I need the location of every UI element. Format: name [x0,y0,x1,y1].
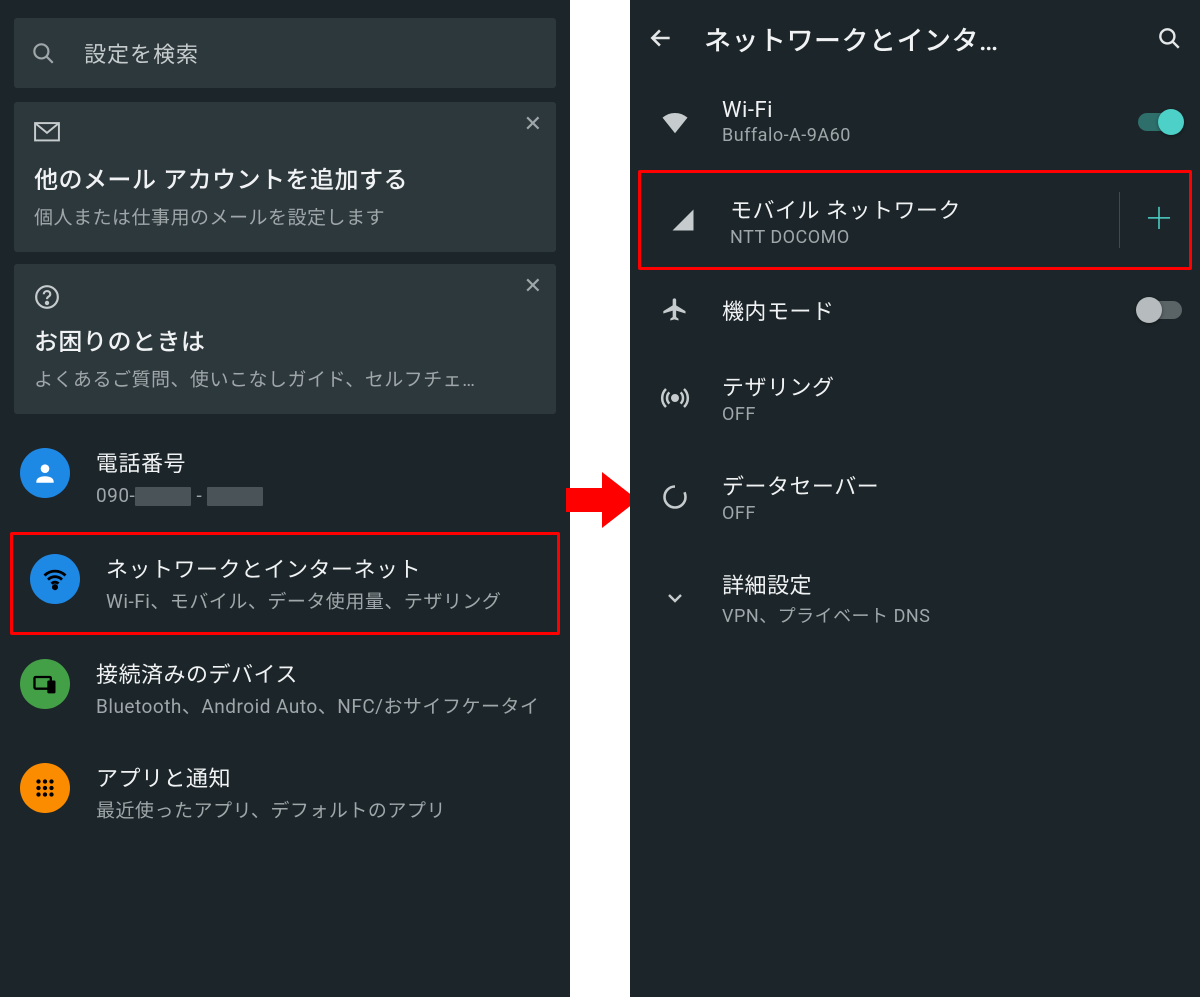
close-icon[interactable]: ✕ [524,114,542,136]
network-internet-screen: ネットワークとインタ… Wi-Fi Buffalo-A-9A60 モバイル ネッ… [630,0,1200,997]
search-icon[interactable] [1156,25,1182,51]
tether-title: テザリング [722,370,1182,402]
settings-main-screen: 設定を検索 ✕ 他のメール アカウントを追加する 個人または仕事用のメールを設定… [0,0,570,997]
suggestion-help[interactable]: ✕ お困りのときは よくあるご質問、使いこなしガイド、セルフチェ… [14,264,556,414]
add-sim-button[interactable]: ＋ [1119,192,1174,248]
close-icon[interactable]: ✕ [524,276,542,298]
row-phone-number[interactable]: 電話番号 090- - [0,426,570,530]
advanced-subtitle: VPN、プライベート DNS [722,602,1182,628]
tether-subtitle: OFF [722,404,1182,425]
suggestion-help-subtitle: よくあるご質問、使いこなしガイド、セルフチェ… [34,365,536,392]
advanced-title: 詳細設定 [722,568,1182,600]
dash: - [191,484,207,507]
chevron-down-icon [650,586,700,610]
wifi-icon [650,107,700,137]
row-apps-subtitle: 最近使ったアプリ、デフォルトのアプリ [96,797,554,825]
row-mobile-network[interactable]: モバイル ネットワーク NTT DOCOMO ＋ [638,170,1192,270]
wifi-icon [30,554,80,604]
search-icon [30,40,56,66]
redacted [135,487,191,506]
row-airplane-mode[interactable]: 機内モード [630,272,1200,348]
row-data-saver[interactable]: データセーバー OFF [630,447,1200,546]
devices-icon [20,659,70,709]
row-network-title: ネットワークとインターネット [106,552,544,584]
saver-title: データセーバー [722,469,1182,501]
row-apps-title: アプリと通知 [96,761,554,793]
wifi-toggle[interactable] [1138,113,1182,131]
help-icon [34,284,60,306]
row-advanced[interactable]: 詳細設定 VPN、プライベート DNS [630,546,1200,650]
row-network-internet[interactable]: ネットワークとインターネット Wi-Fi、モバイル、データ使用量、テザリング [10,532,560,636]
row-connected-devices[interactable]: 接続済みのデバイス Bluetooth、Android Auto、NFC/おサイ… [0,637,570,741]
plus-icon: ＋ [1144,205,1174,235]
apps-icon [20,763,70,813]
transition-arrow [566,470,638,530]
signal-icon [658,206,708,234]
gmail-icon [34,122,60,144]
airplane-toggle[interactable] [1138,301,1182,319]
app-bar: ネットワークとインタ… [630,0,1200,76]
search-placeholder: 設定を検索 [84,37,199,69]
airplane-title: 機内モード [722,294,1128,326]
wifi-subtitle: Buffalo-A-9A60 [722,125,1128,146]
row-network-subtitle: Wi-Fi、モバイル、データ使用量、テザリング [106,588,544,616]
wifi-title: Wi-Fi [722,98,1128,123]
suggestion-help-title: お困りのときは [34,322,536,357]
suggestion-add-email[interactable]: ✕ 他のメール アカウントを追加する 個人または仕事用のメールを設定します [14,102,556,252]
row-phone-title: 電話番号 [96,446,554,478]
settings-search-bar[interactable]: 設定を検索 [14,18,556,88]
header-title: ネットワークとインタ… [704,19,1140,58]
phone-prefix: 090- [96,484,135,507]
row-phone-value: 090- - [96,482,554,510]
row-apps-notifications[interactable]: アプリと通知 最近使ったアプリ、デフォルトのアプリ [0,741,570,845]
person-icon [20,448,70,498]
suggestion-mail-title: 他のメール アカウントを追加する [34,160,536,195]
mobile-subtitle: NTT DOCOMO [730,227,1109,248]
mobile-title: モバイル ネットワーク [730,193,1109,225]
row-wifi[interactable]: Wi-Fi Buffalo-A-9A60 [630,76,1200,168]
redacted [207,487,263,506]
hotspot-icon [650,383,700,413]
data-saver-icon [650,483,700,511]
row-tethering[interactable]: テザリング OFF [630,348,1200,447]
suggestion-mail-subtitle: 個人または仕事用のメールを設定します [34,203,536,230]
saver-subtitle: OFF [722,503,1182,524]
airplane-icon [650,296,700,324]
back-icon[interactable] [648,25,674,51]
row-devices-subtitle: Bluetooth、Android Auto、NFC/おサイフケータイ [96,693,554,721]
row-devices-title: 接続済みのデバイス [96,657,554,689]
